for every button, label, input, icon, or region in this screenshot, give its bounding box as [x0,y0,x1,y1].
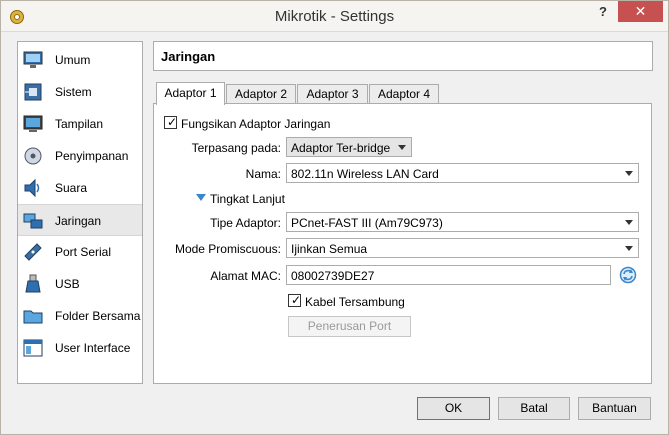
sidebar-item-label: USB [55,277,80,291]
tab-adaptor-1[interactable]: Adaptor 1 [156,82,225,105]
serial-port-icon [24,243,42,261]
page-title: Jaringan [161,49,216,64]
motherboard-icon [24,83,42,101]
attached-to-value: Adaptor Ter-bridge [291,141,391,155]
disk-icon [24,147,42,165]
adapter-type-select[interactable]: PCnet-FAST III (Am79C973) [286,212,639,232]
expand-triangle-icon[interactable] [196,194,206,201]
cable-connected-checkbox[interactable]: ✓ [288,293,301,307]
sidebar-item-label: Suara [55,181,88,195]
sidebar-item-suara[interactable]: Suara [18,172,142,204]
sidebar-item-umum[interactable]: Umum [18,44,142,76]
refresh-mac-icon[interactable] [619,266,637,284]
chevron-down-icon [398,145,406,150]
cancel-button[interactable]: Batal [498,397,570,420]
sidebar-item-tampilan[interactable]: Tampilan [18,108,142,140]
title-bar[interactable]: Mikrotik - Settings ? ✕ [1,1,668,32]
tab-adaptor-4[interactable]: Adaptor 4 [369,84,439,104]
sidebar-item-label: Penyimpanan [55,149,129,163]
name-value: 802.11n Wireless LAN Card [291,167,439,181]
sidebar-item-label: User Interface [55,341,131,355]
speaker-icon [24,178,40,198]
attached-to-label: Terpasang pada: [191,141,281,155]
name-select[interactable]: 802.11n Wireless LAN Card [286,163,639,183]
sidebar-item-usb[interactable]: USB [18,268,142,300]
network-icon [23,213,43,229]
help-button[interactable]: Bantuan [578,397,651,420]
sidebar-item-jaringan[interactable]: Jaringan [18,204,142,236]
help-title-button[interactable]: ? [592,4,614,22]
settings-sidebar: Umum Sistem Tampilan Penyimpanan Suara J… [17,41,143,384]
usb-icon [25,274,41,293]
enable-adapter-label: Fungsikan Adaptor Jaringan [181,117,331,131]
sidebar-item-label: Jaringan [55,214,102,228]
mac-address-field[interactable]: 08002739DE27 [286,265,611,285]
adapter-type-value: PCnet-FAST III (Am79C973) [291,216,443,230]
chevron-down-icon [625,246,633,251]
adapter-type-label: Tipe Adaptor: [210,216,281,230]
cable-connected-label: Kabel Tersambung [305,295,405,309]
sidebar-item-label: Sistem [55,85,92,99]
sidebar-item-sistem[interactable]: Sistem [18,76,142,108]
promiscuous-value: Ijinkan Semua [291,242,368,256]
user-interface-icon [23,339,43,357]
chevron-down-icon [625,171,633,176]
tab-adaptor-2[interactable]: Adaptor 2 [226,84,296,104]
sidebar-item-label: Port Serial [55,245,112,259]
settings-window: Mikrotik - Settings ? ✕ Umum Sistem Tamp… [0,0,669,435]
sidebar-item-label: Umum [55,53,91,67]
chevron-down-icon [625,220,633,225]
enable-adapter-checkbox[interactable]: ✓ [164,115,177,129]
port-forwarding-button[interactable]: Penerusan Port [288,316,411,337]
monitor-general-icon [23,51,43,68]
tab-adaptor-3[interactable]: Adaptor 3 [297,84,368,104]
advanced-toggle-label[interactable]: Tingkat Lanjut [210,192,285,206]
sidebar-item-folder-bersama[interactable]: Folder Bersama [18,300,142,332]
mac-label: Alamat MAC: [210,269,281,283]
ok-button[interactable]: OK [417,397,490,420]
close-button[interactable]: ✕ [618,1,663,22]
promiscuous-label: Mode Promiscuous: [174,242,281,256]
section-header: Jaringan [153,41,653,71]
mac-address-value: 08002739DE27 [291,269,375,283]
folder-icon [23,310,43,324]
sidebar-item-port-serial[interactable]: Port Serial [18,236,142,268]
attached-to-select[interactable]: Adaptor Ter-bridge [286,137,412,157]
sidebar-item-label: Folder Bersama [55,309,141,323]
display-icon [23,115,43,132]
name-label: Nama: [245,167,281,181]
sidebar-item-user-interface[interactable]: User Interface [18,332,142,364]
sidebar-item-penyimpanan[interactable]: Penyimpanan [18,140,142,172]
window-title: Mikrotik - Settings [274,8,395,25]
sidebar-item-label: Tampilan [55,117,104,131]
promiscuous-select[interactable]: Ijinkan Semua [286,238,639,258]
